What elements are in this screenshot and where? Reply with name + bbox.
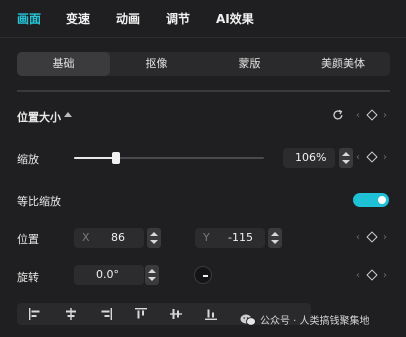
rotation-input[interactable]: 0.0° xyxy=(74,265,144,285)
scale-slider-fill xyxy=(74,157,116,159)
position-x-value: 86 xyxy=(111,231,125,244)
rotation-stepper[interactable] xyxy=(145,265,159,285)
wechat-icon xyxy=(240,314,256,326)
scale-slider-track[interactable] xyxy=(74,157,264,159)
tab-adjust[interactable]: 调节 xyxy=(166,10,190,27)
tab-picture[interactable]: 画面 xyxy=(17,10,41,27)
tab-ai-effects[interactable]: AI效果 xyxy=(216,10,254,27)
y-prefix: Y xyxy=(203,231,210,244)
sub-tab-beauty[interactable]: 美颜美体 xyxy=(296,52,390,76)
next-keyframe-icon[interactable]: › xyxy=(383,153,387,163)
increment-icon[interactable] xyxy=(271,232,279,236)
rotation-dial-icon[interactable] xyxy=(194,266,212,284)
collapse-caret-icon[interactable] xyxy=(64,112,72,117)
align-left-icon[interactable] xyxy=(28,307,42,321)
keyframe-diamond-icon[interactable] xyxy=(366,109,378,121)
increment-icon[interactable] xyxy=(150,232,158,236)
decrement-icon[interactable] xyxy=(148,277,156,281)
position-y-input[interactable]: Y -115 xyxy=(195,228,265,248)
keyframe-diamond-icon[interactable] xyxy=(366,269,378,281)
rotation-label: 旋转 xyxy=(17,271,39,284)
top-tab-bar: 画面 变速 动画 调节 AI效果 xyxy=(0,0,406,38)
tab-animation[interactable]: 动画 xyxy=(116,10,140,27)
scale-stepper[interactable] xyxy=(339,148,353,168)
align-bottom-icon[interactable] xyxy=(204,307,218,321)
sub-tab-basic[interactable]: 基础 xyxy=(17,52,110,76)
position-x-input[interactable]: X 86 xyxy=(74,228,144,248)
scale-label: 缩放 xyxy=(17,153,39,166)
prev-keyframe-icon[interactable]: ‹ xyxy=(356,233,360,243)
toggle-knob xyxy=(378,196,386,204)
next-keyframe-icon[interactable]: › xyxy=(383,111,387,121)
reset-icon[interactable] xyxy=(332,109,344,121)
keyframe-control-scale[interactable]: ‹ › xyxy=(356,151,392,164)
scale-input[interactable]: 106% xyxy=(283,148,335,168)
x-prefix: X xyxy=(82,231,90,244)
align-center-h-icon[interactable] xyxy=(64,307,78,321)
next-keyframe-icon[interactable]: › xyxy=(383,233,387,243)
keyframe-control-position[interactable]: ‹ › xyxy=(356,231,392,244)
prev-keyframe-icon[interactable]: ‹ xyxy=(356,271,360,281)
uniform-scale-label: 等比缩放 xyxy=(17,195,61,208)
prev-keyframe-icon[interactable]: ‹ xyxy=(356,111,360,121)
section-title-position-size[interactable]: 位置大小 xyxy=(17,109,61,125)
position-label: 位置 xyxy=(17,233,39,246)
align-top-icon[interactable] xyxy=(134,307,148,321)
sub-tab-mask[interactable]: 蒙版 xyxy=(203,52,296,76)
scale-slider-thumb[interactable] xyxy=(111,152,120,164)
tab-speed[interactable]: 变速 xyxy=(66,10,90,27)
increment-icon[interactable] xyxy=(342,152,350,156)
decrement-icon[interactable] xyxy=(342,160,350,164)
position-y-stepper[interactable] xyxy=(268,228,282,248)
position-x-stepper[interactable] xyxy=(147,228,161,248)
align-right-icon[interactable] xyxy=(99,307,113,321)
watermark: 公众号 · 人类搞钱聚集地 xyxy=(240,312,370,327)
properties-panel: 画面 变速 动画 调节 AI效果 基础 抠像 蒙版 美颜美体 位置大小 ‹ › … xyxy=(0,0,406,337)
keyframe-diamond-icon[interactable] xyxy=(366,151,378,163)
dial-indicator xyxy=(203,275,208,277)
watermark-text: 公众号 · 人类搞钱聚集地 xyxy=(260,316,370,327)
section-divider xyxy=(17,90,390,92)
keyframe-control-position-size[interactable]: ‹ › xyxy=(356,109,392,122)
align-center-v-icon[interactable] xyxy=(169,307,183,321)
keyframe-control-rotation[interactable]: ‹ › xyxy=(356,269,392,282)
position-y-value: -115 xyxy=(228,231,253,244)
decrement-icon[interactable] xyxy=(150,240,158,244)
sub-tab-cutout[interactable]: 抠像 xyxy=(110,52,203,76)
uniform-scale-toggle[interactable] xyxy=(353,193,389,207)
keyframe-diamond-icon[interactable] xyxy=(366,231,378,243)
prev-keyframe-icon[interactable]: ‹ xyxy=(356,153,360,163)
scale-value: 106% xyxy=(295,151,327,164)
increment-icon[interactable] xyxy=(148,269,156,273)
decrement-icon[interactable] xyxy=(271,240,279,244)
sub-tab-bar: 基础 抠像 蒙版 美颜美体 xyxy=(17,52,390,76)
rotation-value: 0.0° xyxy=(96,268,119,281)
next-keyframe-icon[interactable]: › xyxy=(383,271,387,281)
